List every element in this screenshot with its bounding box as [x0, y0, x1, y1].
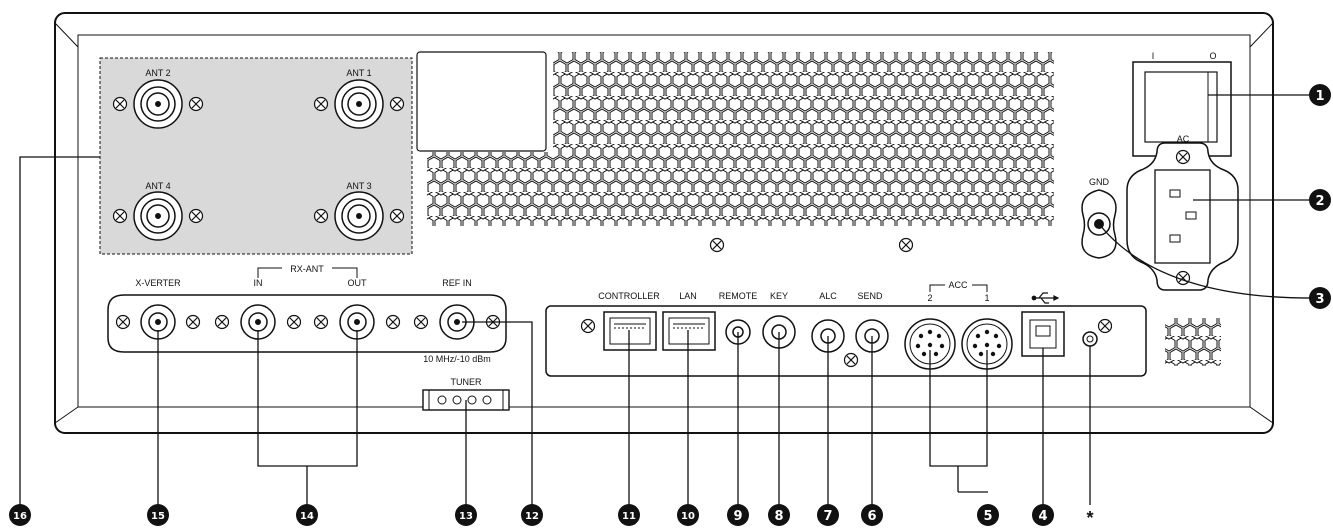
callout-10: 10: [677, 504, 699, 526]
svg-text:10: 10: [681, 511, 695, 522]
ref-in-label: REF IN: [442, 278, 472, 288]
svg-text:8: 8: [774, 509, 783, 524]
gnd-label: GND: [1089, 177, 1110, 187]
svg-text:11: 11: [622, 511, 636, 522]
remote-label: REMOTE: [719, 291, 758, 301]
callout-14: 14: [296, 504, 318, 526]
lan-jack[interactable]: [662, 311, 716, 351]
rx-ant-label: RX-ANT: [290, 264, 324, 274]
svg-text:2: 2: [1315, 194, 1324, 209]
service-jack[interactable]: [1082, 331, 1098, 347]
acc2-label: 2: [927, 293, 932, 303]
rear-panel-diagram: ANT 2 ANT 1 ANT 4 ANT 3 I O AC GND X-VER…: [9, 12, 1331, 528]
switch-on-label: I: [1152, 51, 1155, 61]
acc-label: ACC: [948, 280, 968, 290]
asterisk-marker: *: [1086, 508, 1093, 528]
ant2-label: ANT 2: [145, 68, 170, 78]
controller-jack[interactable]: [603, 311, 657, 351]
key-label: KEY: [770, 291, 788, 301]
ant1-label: ANT 1: [346, 68, 371, 78]
svg-text:15: 15: [151, 511, 165, 522]
callout-13: 13: [455, 504, 477, 526]
callout-6: 6: [861, 504, 883, 526]
callout-8: 8: [768, 504, 790, 526]
callout-1: 1: [1309, 84, 1331, 106]
lan-label: LAN: [679, 291, 697, 301]
ant4-label: ANT 4: [145, 181, 170, 191]
small-vent-grille: [1165, 318, 1221, 366]
tuner-label: TUNER: [451, 377, 482, 387]
rx-ant-in-label: IN: [254, 278, 263, 288]
alc-label: ALC: [819, 291, 837, 301]
xverter-label: X-VERTER: [135, 278, 181, 288]
ref-in-spec-label: 10 MHz/-10 dBm: [423, 354, 491, 364]
svg-text:1: 1: [1315, 89, 1324, 104]
svg-text:13: 13: [459, 511, 473, 522]
callout-5: 5: [977, 504, 999, 526]
callout-3: 3: [1309, 287, 1331, 309]
controller-label: CONTROLLER: [598, 291, 660, 301]
acc1-label: 1: [984, 293, 989, 303]
svg-text:9: 9: [733, 509, 742, 524]
callout-11: 11: [618, 504, 640, 526]
svg-text:5: 5: [983, 509, 992, 524]
label-plate: [416, 51, 547, 152]
ant3-label: ANT 3: [346, 181, 371, 191]
callout-4: 4: [1032, 504, 1054, 526]
callout-7: 7: [817, 504, 839, 526]
switch-off-label: O: [1209, 51, 1216, 61]
send-label: SEND: [857, 291, 883, 301]
svg-text:14: 14: [300, 511, 314, 522]
rx-ant-out-label: OUT: [348, 278, 368, 288]
callout-15: 15: [147, 504, 169, 526]
svg-text:12: 12: [525, 511, 539, 522]
callout-9: 9: [727, 504, 749, 526]
callout-2: 2: [1309, 189, 1331, 211]
svg-text:16: 16: [13, 511, 27, 522]
callout-16: 16: [9, 504, 31, 526]
callout-12: 12: [521, 504, 543, 526]
svg-text:6: 6: [867, 509, 876, 524]
ac-label: AC: [1177, 134, 1190, 144]
svg-text:7: 7: [823, 509, 832, 524]
svg-text:4: 4: [1038, 509, 1047, 524]
svg-text:3: 3: [1315, 292, 1324, 307]
